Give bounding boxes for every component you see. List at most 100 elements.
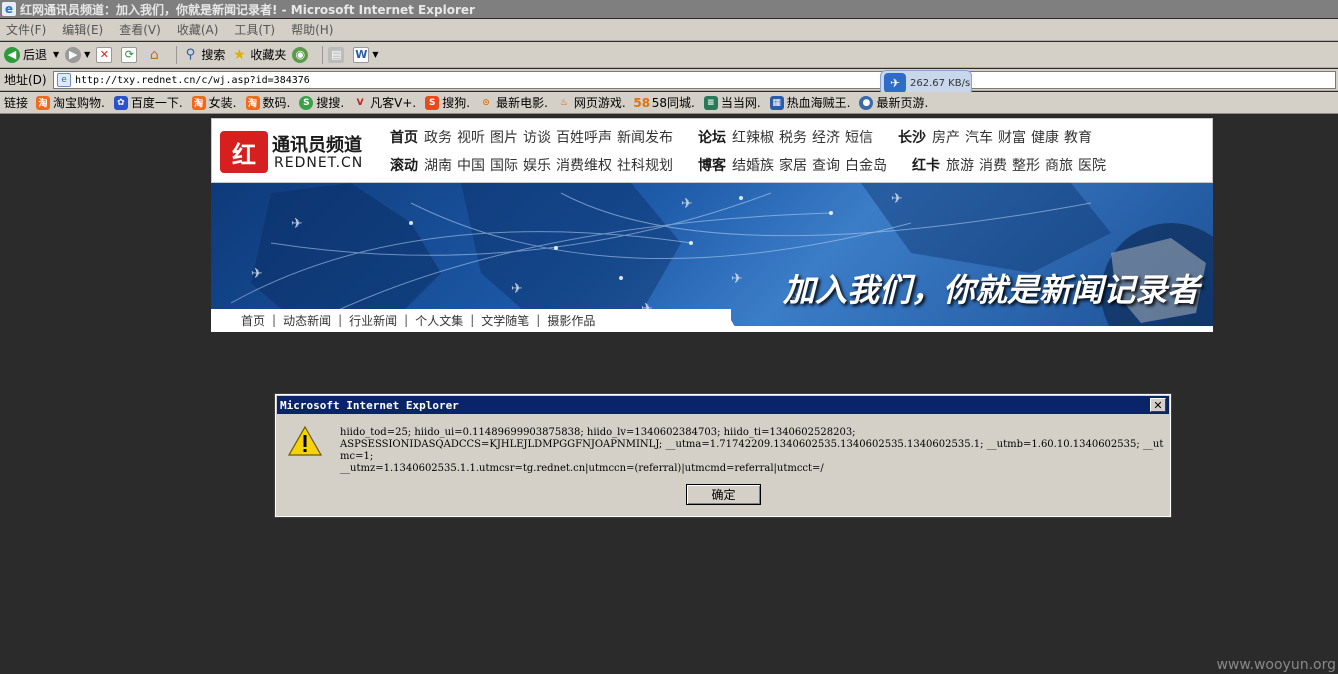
link-label: 网页游戏. xyxy=(573,96,626,110)
page-content: 红 通讯员频道 REDNET.CN 首页 政务 视听 图片 访谈 百姓呼声 新闻… xyxy=(0,115,1338,674)
nav-item[interactable]: 红辣椒 xyxy=(732,127,774,147)
refresh-button[interactable]: ⟳ xyxy=(121,46,140,63)
nav-item[interactable]: 消费 xyxy=(979,155,1007,175)
link-sogou[interactable]: S 搜狗. xyxy=(425,94,470,111)
print-button[interactable]: ▤ xyxy=(328,46,347,63)
subnav-industry-news[interactable]: 行业新闻 xyxy=(349,312,397,329)
nav-head[interactable]: 长沙 xyxy=(898,127,926,147)
nav-head[interactable]: 红卡 xyxy=(912,155,940,175)
nav-item[interactable]: 房产 xyxy=(932,127,960,147)
nav-item[interactable]: 旅游 xyxy=(946,155,974,175)
window-titlebar: e 红网通讯员频道：加入我们，你就是新闻记录者! - Microsoft Int… xyxy=(0,0,1338,18)
nav-item[interactable]: 访谈 xyxy=(523,127,551,147)
subnav-corner-decoration xyxy=(711,309,751,331)
nav-item[interactable]: 教育 xyxy=(1064,127,1092,147)
link-58[interactable]: 58 58同城. xyxy=(633,94,694,111)
nav-item[interactable]: 娱乐 xyxy=(523,155,551,175)
dialog-title: Microsoft Internet Explorer xyxy=(280,398,459,412)
menu-bar: 文件(F) 编辑(E) 查看(V) 收藏(A) 工具(T) 帮助(H) xyxy=(0,19,1338,41)
nav-item[interactable]: 社科规划 xyxy=(617,155,673,175)
stop-button[interactable]: ✕ xyxy=(96,46,115,63)
menu-file[interactable]: 文件(F) xyxy=(6,21,46,38)
nav-item[interactable]: 整形 xyxy=(1012,155,1040,175)
nav-item[interactable]: 税务 xyxy=(779,127,807,147)
ok-button[interactable]: 确定 xyxy=(686,484,761,505)
menu-view[interactable]: 查看(V) xyxy=(119,21,161,38)
subnav-literature[interactable]: 文学随笔 xyxy=(481,312,529,329)
home-button[interactable]: ⌂ xyxy=(146,47,165,63)
site-logo[interactable]: 红 通讯员频道 REDNET.CN xyxy=(220,129,370,174)
nav-head[interactable]: 论坛 xyxy=(698,127,726,147)
edit-button[interactable]: W ▼ xyxy=(353,46,379,63)
nav-head[interactable]: 滚动 xyxy=(390,155,418,175)
nav-item[interactable]: 中国 xyxy=(457,155,485,175)
nav-item[interactable]: 汽车 xyxy=(965,127,993,147)
warning-icon xyxy=(288,425,322,456)
nav-item[interactable]: 查询 xyxy=(812,155,840,175)
forward-button[interactable]: ▶ ▼ xyxy=(65,46,90,63)
link-label: 搜搜. xyxy=(316,96,345,110)
svg-text:✈: ✈ xyxy=(891,191,903,207)
nav-item[interactable]: 湖南 xyxy=(424,155,452,175)
link-nvzhuang[interactable]: 淘女装. xyxy=(191,94,237,111)
svg-text:✈: ✈ xyxy=(291,216,303,232)
nav-item[interactable]: 财富 xyxy=(998,127,1026,147)
back-button[interactable]: ◀ 后退 ▼ xyxy=(4,46,59,63)
subnav-dynamic-news[interactable]: 动态新闻 xyxy=(283,312,331,329)
favorites-button[interactable]: ★ 收藏夹 xyxy=(231,46,286,63)
menu-edit[interactable]: 编辑(E) xyxy=(62,21,103,38)
forward-dropdown-icon[interactable]: ▼ xyxy=(84,50,90,59)
link-vancl[interactable]: V 凡客V+. xyxy=(353,94,417,111)
nav-item[interactable]: 白金岛 xyxy=(845,155,887,175)
nav-item[interactable]: 新闻发布 xyxy=(617,127,673,147)
link-taobao[interactable]: 淘淘宝购物. xyxy=(36,94,105,111)
link-onepiece[interactable]: ▦ 热血海贼王. xyxy=(769,94,850,111)
nav-head[interactable]: 博客 xyxy=(698,155,726,175)
dialog-close-button[interactable]: ✕ xyxy=(1150,398,1166,412)
nav-item[interactable]: 政务 xyxy=(424,127,452,147)
nav-item[interactable]: 图片 xyxy=(490,127,518,147)
menu-favorites[interactable]: 收藏(A) xyxy=(177,21,219,38)
nav-item[interactable]: 消费维权 xyxy=(556,155,612,175)
address-input[interactable]: e http://txy.rednet.cn/c/wj.asp?id=38437… xyxy=(53,71,1336,89)
edit-dropdown-icon[interactable]: ▼ xyxy=(372,50,378,59)
menu-help[interactable]: 帮助(H) xyxy=(291,21,333,38)
site-subnav: 首页 | 动态新闻 | 行业新闻 | 个人文集 | 文学随笔 | 摄影作品 xyxy=(211,309,731,331)
nav-item[interactable]: 医院 xyxy=(1078,155,1106,175)
back-button-label: 后退 xyxy=(23,48,48,62)
taobao-icon: 淘 xyxy=(245,95,260,110)
subnav-personal-collection[interactable]: 个人文集 xyxy=(415,312,463,329)
nav-item[interactable]: 家居 xyxy=(779,155,807,175)
nav-item[interactable]: 健康 xyxy=(1031,127,1059,147)
link-dangdang[interactable]: ≡ 当当网. xyxy=(703,94,761,111)
link-soso[interactable]: S 搜搜. xyxy=(299,94,344,111)
link-pagegames[interactable]: ● 最新页游. xyxy=(859,94,928,111)
back-dropdown-icon[interactable]: ▼ xyxy=(53,50,59,59)
subnav-photography[interactable]: 摄影作品 xyxy=(547,312,595,329)
nav-item[interactable]: 国际 xyxy=(490,155,518,175)
nav-item[interactable]: 结婚族 xyxy=(732,155,774,175)
link-webgames[interactable]: ♨ 网页游戏. xyxy=(557,94,626,111)
nav-item[interactable]: 经济 xyxy=(812,127,840,147)
toolbar-separator xyxy=(322,45,324,64)
link-movies[interactable]: ⊙ 最新电影. xyxy=(479,94,548,111)
forward-arrow-icon: ▶ xyxy=(65,46,82,63)
media-button[interactable]: ◉ xyxy=(292,46,311,63)
download-speed-value: 262.67 KB/s xyxy=(910,77,971,89)
search-button[interactable]: ⚲ 搜索 xyxy=(182,46,226,63)
standard-toolbar: ◀ 后退 ▼ ▶ ▼ ✕ ⟳ ⌂ ⚲ 搜索 ★ 收藏夹 ◉ ▤ W ▼ xyxy=(0,42,1338,68)
nav-item[interactable]: 视听 xyxy=(457,127,485,147)
nav-row-1: 首页 政务 视听 图片 访谈 百姓呼声 新闻发布 论坛 红辣椒 税务 经济 短信… xyxy=(390,127,1117,147)
link-label: 女装. xyxy=(208,96,237,110)
link-shuma[interactable]: 淘数码. xyxy=(245,94,290,111)
sogou-icon: S xyxy=(425,95,440,110)
nav-head[interactable]: 首页 xyxy=(390,127,418,147)
nav-item[interactable]: 短信 xyxy=(845,127,873,147)
nav-item[interactable]: 商旅 xyxy=(1045,155,1073,175)
site-header: 红 通讯员频道 REDNET.CN 首页 政务 视听 图片 访谈 百姓呼声 新闻… xyxy=(211,118,1213,183)
subnav-home[interactable]: 首页 xyxy=(241,312,265,329)
vancl-icon: V xyxy=(356,97,364,108)
link-baidu[interactable]: ✿ 百度一下. xyxy=(113,94,183,111)
menu-tools[interactable]: 工具(T) xyxy=(234,21,275,38)
nav-item[interactable]: 百姓呼声 xyxy=(556,127,612,147)
